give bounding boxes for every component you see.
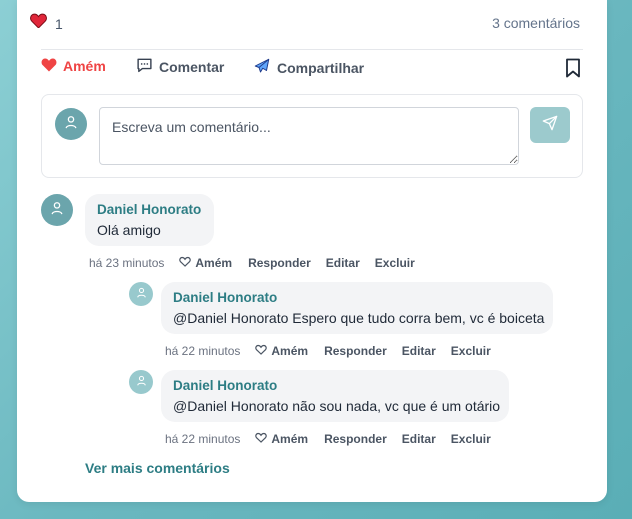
heart-icon [30,13,47,34]
compartilhar-button[interactable]: Compartilhar [253,57,364,78]
comment-amem-button[interactable]: Amém [179,256,232,270]
comments-count[interactable]: 3 comentários [492,15,580,31]
divider [41,49,583,50]
comment-amem-label: Amém [271,344,309,358]
more-comments-link[interactable]: Ver mais comentários [85,460,230,476]
comment-meta: há 23 minutos Amém Responder Editar Excl… [89,256,415,270]
heart-outline-icon [255,432,268,446]
comment-author[interactable]: Daniel Honorato [173,290,541,305]
user-icon [136,285,147,303]
avatar [129,370,153,394]
comment-text: @Daniel Honorato não sou nada, vc que é … [173,398,501,414]
airplane-icon [253,57,271,78]
user-icon [50,201,64,220]
post-actions: Amém Comentar Compartilhar [41,57,583,81]
like-count: 1 [55,15,63,32]
reply-button[interactable]: Responder [324,432,387,446]
comment-bubble: Daniel Honorato Olá amigo [85,194,214,246]
reply-button[interactable]: Responder [324,344,387,358]
like-summary[interactable]: 1 [30,13,63,34]
comment-text: @Daniel Honorato Espero que tudo corra b… [173,310,545,326]
comment-amem-button[interactable]: Amém [255,344,308,358]
delete-button[interactable]: Excluir [375,256,415,270]
avatar [55,108,87,140]
user-icon [136,373,147,391]
compartilhar-label: Compartilhar [277,59,365,76]
send-button[interactable] [530,107,570,143]
comment-amem-button[interactable]: Amém [255,432,308,446]
send-icon [542,115,558,136]
comment-text: Olá amigo [97,222,161,238]
comment-bubble: Daniel Honorato @Daniel Honorato não sou… [161,370,509,422]
avatar [129,282,153,306]
comment-meta: há 22 minutos Amém Responder Editar Excl… [165,432,491,446]
comment-time: há 22 minutos [165,344,241,358]
reply-button[interactable]: Responder [248,256,311,270]
heart-outline-icon [179,256,192,270]
comment-author[interactable]: Daniel Honorato [173,378,497,393]
comment-amem-label: Amém [271,432,309,446]
bookmark-icon[interactable] [565,58,581,83]
heart-icon [41,57,57,75]
amem-label: Amém [63,58,106,74]
comment-input[interactable] [99,107,519,165]
edit-button[interactable]: Editar [402,344,436,358]
edit-button[interactable]: Editar [402,432,436,446]
heart-outline-icon [255,344,268,358]
amem-button[interactable]: Amém [41,57,106,75]
post-stats: 1 3 comentários [30,13,580,35]
delete-button[interactable]: Excluir [451,344,491,358]
comment-author[interactable]: Daniel Honorato [97,202,202,217]
avatar [41,194,73,226]
comment-icon [136,57,153,76]
comment-time: há 23 minutos [89,256,165,270]
comment-amem-label: Amém [195,256,233,270]
comment-bubble: Daniel Honorato @Daniel Honorato Espero … [161,282,553,334]
user-icon [64,115,78,134]
comment-meta: há 22 minutos Amém Responder Editar Excl… [165,344,491,358]
edit-button[interactable]: Editar [326,256,360,270]
comentar-label: Comentar [159,58,225,75]
comment-time: há 22 minutos [165,432,241,446]
comentar-button[interactable]: Comentar [136,57,224,76]
comment-composer [41,94,583,178]
delete-button[interactable]: Excluir [451,432,491,446]
